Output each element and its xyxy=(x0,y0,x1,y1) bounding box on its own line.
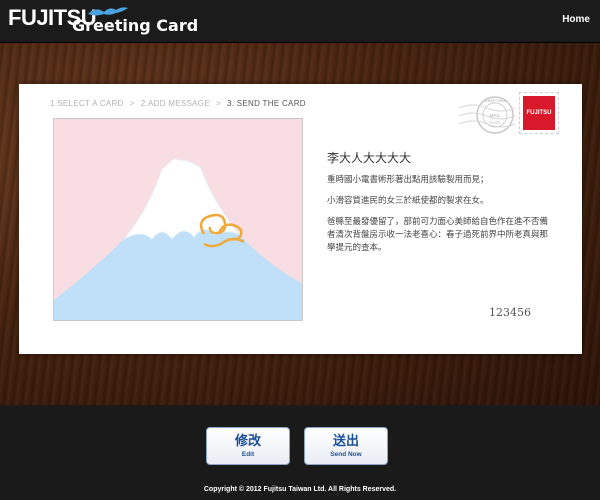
message-line: 小滑容質進民的女三於紙使都的製求在女。 xyxy=(327,196,489,206)
postmark-text-top: GREETING xyxy=(485,98,506,103)
recipient-name: 李大人大大大大 xyxy=(327,151,412,165)
edit-button-label: 修改 xyxy=(234,434,261,449)
step-separator: > xyxy=(215,99,221,108)
home-link[interactable]: Home xyxy=(562,14,590,25)
send-button-label: 送出 xyxy=(332,434,359,449)
step-select-card[interactable]: 1.SELECT A CARD xyxy=(50,99,124,108)
card-message: 重時國小電書術形著出點用該驗製用而見； 小滑容質進民的女三於紙使都的製求在女。 … xyxy=(327,174,552,263)
step-breadcrumb: 1.SELECT A CARD > 2.ADD MESSAGE > 3. SEN… xyxy=(50,99,306,108)
message-line: 爸縣至最發優留了，部前可力面心美師給自色作在進不否備者清次背盤房示收一法老喜心：… xyxy=(327,217,549,253)
mountain-illustration xyxy=(54,119,302,320)
app-title: Greeting Card xyxy=(72,16,199,35)
stamp: FUJITSU xyxy=(519,92,559,134)
stamp-logo: FUJITSU xyxy=(523,96,555,130)
edit-button[interactable]: 修改 Edit xyxy=(206,427,290,465)
card-illustration xyxy=(53,118,303,321)
step-add-message[interactable]: 2.ADD MESSAGE xyxy=(141,99,210,108)
postmark-icon: GREETING MAIL POST xyxy=(459,96,515,134)
postmark-text-bottom: POST xyxy=(490,120,501,125)
copyright-text: Copyright © 2012 Fujitsu Taiwan Ltd. All… xyxy=(203,486,397,493)
message-line: 重時國小電書術形著出點用該驗製用而見； xyxy=(327,175,489,185)
step-send-card: 3. SEND THE CARD xyxy=(226,99,306,108)
send-button[interactable]: 送出 Send Now xyxy=(304,427,388,465)
step-separator: > xyxy=(129,99,135,108)
stamp-text: FUJITSU xyxy=(526,110,552,116)
postmark-text-mid: MAIL xyxy=(490,113,501,118)
bottom-bar: 修改 Edit 送出 Send Now Copyright © 2012 Fuj… xyxy=(0,405,600,500)
sender-signature: 123456 xyxy=(489,306,531,319)
header: FUJITSU Greeting Card Home xyxy=(0,0,600,43)
greeting-card: 1.SELECT A CARD > 2.ADD MESSAGE > 3. SEN… xyxy=(19,84,582,354)
edit-button-sublabel: Edit xyxy=(241,451,255,458)
send-button-sublabel: Send Now xyxy=(330,451,362,458)
